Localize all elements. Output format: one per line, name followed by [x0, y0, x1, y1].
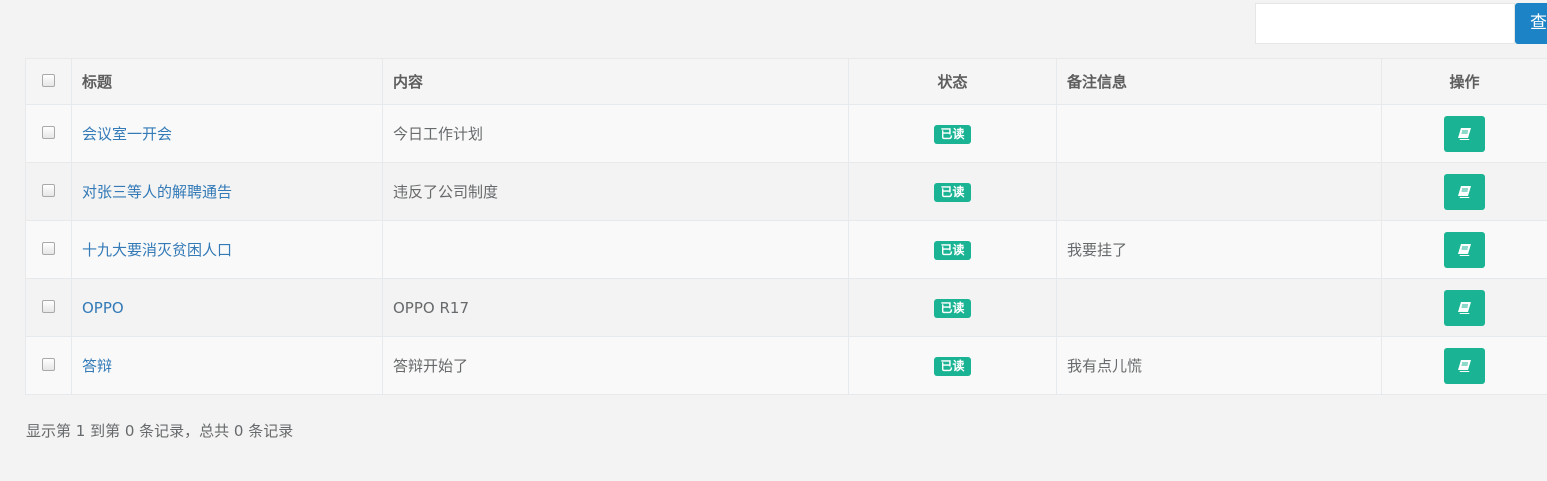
row-title-cell: 十九大要消灭贫困人口	[71, 220, 383, 279]
row-select-cell	[25, 336, 72, 395]
view-button[interactable]	[1444, 347, 1485, 384]
row-action-cell	[1381, 336, 1547, 395]
table-row: 会议室一开会 今日工作计划 已读	[25, 104, 1547, 163]
book-icon	[1458, 185, 1471, 198]
status-badge: 已读	[934, 356, 971, 376]
table-row: 对张三等人的解聘通告 违反了公司制度 已读	[25, 162, 1547, 221]
row-title-cell: 会议室一开会	[71, 104, 383, 163]
row-title-link[interactable]: 十九大要消灭贫困人口	[82, 241, 232, 259]
row-title-cell: 答辩	[71, 336, 383, 395]
status-badge: 已读	[934, 298, 971, 318]
row-title-link[interactable]: OPPO	[82, 299, 124, 317]
row-title-link[interactable]: 会议室一开会	[82, 125, 172, 143]
row-content: OPPO R17	[382, 278, 849, 337]
status-badge: 已读	[934, 124, 971, 144]
row-remark	[1056, 278, 1382, 337]
table-row: OPPO OPPO R17 已读	[25, 278, 1547, 337]
row-action-cell	[1381, 162, 1547, 221]
row-action-cell	[1381, 278, 1547, 337]
row-status-cell: 已读	[848, 336, 1057, 395]
header-title[interactable]: 标题	[71, 58, 383, 105]
select-all-checkbox[interactable]	[42, 73, 55, 87]
search-input[interactable]	[1255, 3, 1515, 44]
row-remark: 我要挂了	[1056, 220, 1382, 279]
header-action: 操作	[1381, 58, 1547, 105]
book-icon	[1458, 301, 1471, 314]
row-checkbox[interactable]	[42, 241, 55, 255]
view-button[interactable]	[1444, 289, 1485, 326]
row-checkbox[interactable]	[42, 125, 55, 139]
book-icon	[1458, 127, 1471, 140]
row-content: 答辩开始了	[382, 336, 849, 395]
row-select-cell	[25, 104, 72, 163]
table-row: 答辩 答辩开始了 已读 我有点儿慌	[25, 336, 1547, 395]
row-action-cell	[1381, 104, 1547, 163]
row-checkbox[interactable]	[42, 299, 55, 313]
status-badge: 已读	[934, 182, 971, 202]
row-remark: 我有点儿慌	[1056, 336, 1382, 395]
row-title-link[interactable]: 答辩	[82, 357, 112, 375]
table-row: 十九大要消灭贫困人口 已读 我要挂了	[25, 220, 1547, 279]
table-header-row: 标题 内容 状态 备注信息 操作	[25, 58, 1547, 105]
header-content[interactable]: 内容	[382, 58, 849, 105]
row-content: 违反了公司制度	[382, 162, 849, 221]
row-action-cell	[1381, 220, 1547, 279]
row-select-cell	[25, 220, 72, 279]
view-button[interactable]	[1444, 173, 1485, 210]
status-badge: 已读	[934, 240, 971, 260]
row-title-cell: 对张三等人的解聘通告	[71, 162, 383, 221]
row-content: 今日工作计划	[382, 104, 849, 163]
row-select-cell	[25, 278, 72, 337]
row-checkbox[interactable]	[42, 183, 55, 197]
book-icon	[1458, 243, 1471, 256]
row-select-cell	[25, 162, 72, 221]
view-button[interactable]	[1444, 115, 1485, 152]
book-icon	[1458, 359, 1471, 372]
pagination-info: 显示第 1 到第 0 条记录，总共 0 条记录	[26, 422, 294, 440]
row-checkbox[interactable]	[42, 357, 55, 371]
row-status-cell: 已读	[848, 278, 1057, 337]
row-remark	[1056, 104, 1382, 163]
header-remark[interactable]: 备注信息	[1056, 58, 1382, 105]
row-title-cell: OPPO	[71, 278, 383, 337]
row-status-cell: 已读	[848, 162, 1057, 221]
row-content	[382, 220, 849, 279]
row-status-cell: 已读	[848, 104, 1057, 163]
row-title-link[interactable]: 对张三等人的解聘通告	[82, 183, 232, 201]
header-status[interactable]: 状态	[848, 58, 1057, 105]
select-all-cell	[25, 58, 72, 105]
row-remark	[1056, 162, 1382, 221]
view-button[interactable]	[1444, 231, 1485, 268]
search-button[interactable]: 查询	[1515, 3, 1547, 44]
row-status-cell: 已读	[848, 220, 1057, 279]
notice-table: 标题 内容 状态 备注信息 操作 会议室一开会 今日工作计划 已读 对张三等人的…	[25, 58, 1547, 395]
